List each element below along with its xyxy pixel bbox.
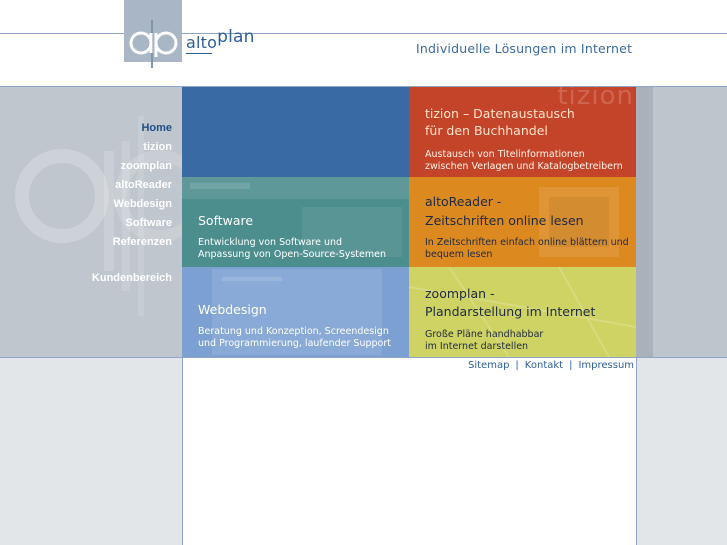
nav-item-software[interactable]: Software xyxy=(126,217,172,229)
content-left-rule xyxy=(182,358,183,545)
brand-plan: plan xyxy=(217,27,255,47)
altoreader-desc-line2: bequem lesen xyxy=(425,249,493,260)
nav-item-home[interactable]: Home xyxy=(141,122,172,134)
sitemap-link[interactable]: Sitemap xyxy=(468,360,509,371)
tile-tizion[interactable]: tizion tizion – Datenaustausch für den B… xyxy=(409,87,636,177)
brand-underline xyxy=(186,53,212,54)
impressum-link[interactable]: Impressum xyxy=(578,360,634,371)
footer-separator: | xyxy=(515,360,519,371)
logo-ap-icon[interactable] xyxy=(129,29,179,57)
lower-left-panel xyxy=(0,358,182,545)
nav-item-zoomplan[interactable]: zoomplan xyxy=(121,160,172,172)
header-rule xyxy=(0,33,727,34)
right-panel-strip xyxy=(636,86,653,358)
webdesign-title: Webdesign xyxy=(198,302,267,317)
nav-item-tizion[interactable]: tizion xyxy=(143,141,172,153)
tile-zoomplan[interactable]: zoomplan - Plandarstellung im Internet G… xyxy=(409,267,636,357)
zoomplan-title-line1: zoomplan - xyxy=(425,286,495,301)
footer-separator: | xyxy=(569,360,573,371)
software-desc-line1: Entwicklung von Software und xyxy=(198,237,343,248)
brand-alto: alto xyxy=(186,33,218,52)
altoreader-title-line2: Zeitschriften online lesen xyxy=(425,213,584,228)
tizion-title-line2: für den Buchhandel xyxy=(425,123,548,138)
nav-item-webdesign[interactable]: Webdesign xyxy=(114,198,172,210)
kontakt-link[interactable]: Kontakt xyxy=(525,360,563,371)
tagline: Individuelle Lösungen im Internet xyxy=(416,41,633,56)
tile-software[interactable]: Software Entwicklung von Software und An… xyxy=(182,177,409,267)
software-desc-line2: Anpassung von Open-Source-Systemen xyxy=(198,249,386,260)
footer-links: Sitemap | Kontakt | Impressum xyxy=(468,360,634,371)
tizion-desc-line1: Austausch von Titelinformationen xyxy=(425,149,585,160)
zoomplan-desc-line1: Große Pläne handhabbar xyxy=(425,329,544,340)
altoreader-desc-line1: In Zeitschriften einfach online blättern… xyxy=(425,237,629,248)
zoomplan-desc-line2: im Internet darstellen xyxy=(425,341,529,352)
tizion-desc-line2: zwischen Verlagen und Katalogbetreibern xyxy=(425,161,623,172)
tile-altoreader[interactable]: altoReader - Zeitschriften online lesen … xyxy=(409,177,636,267)
nav-item-altoreader[interactable]: altoReader xyxy=(115,179,172,191)
tile-blank xyxy=(182,87,409,177)
webdesign-desc-line1: Beratung und Konzeption, Screendesign xyxy=(198,326,389,337)
zoomplan-title-line2: Plandarstellung im Internet xyxy=(425,304,596,319)
nav-item-referenzen[interactable]: Referenzen xyxy=(113,236,172,248)
webdesign-desc-line2: und Programmierung, laufender Support xyxy=(198,338,391,349)
tizion-title-line1: tizion – Datenaustausch xyxy=(425,106,575,121)
tile-webdesign[interactable]: Webdesign Beratung und Konzeption, Scree… xyxy=(182,267,409,357)
nav-item-kundenbereich[interactable]: Kundenbereich xyxy=(92,272,172,284)
altoreader-title-line1: altoReader - xyxy=(425,194,502,209)
content-right-rule xyxy=(636,358,637,545)
software-title: Software xyxy=(198,213,254,228)
lower-right-panel xyxy=(637,358,727,545)
brand-name[interactable]: altoplan xyxy=(186,27,255,53)
